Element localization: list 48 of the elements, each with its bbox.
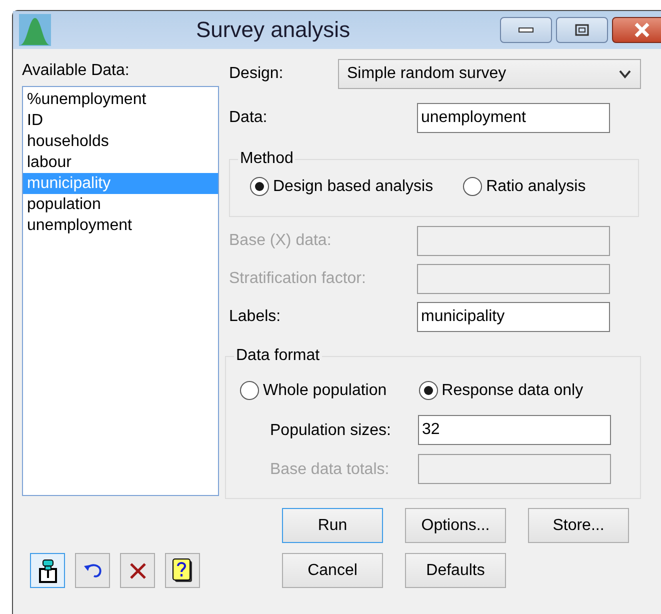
field-label: Stratification factor:: [229, 269, 367, 289]
radio-button[interactable]: [463, 177, 482, 196]
radio-button[interactable]: [240, 381, 259, 400]
input-field[interactable]: 32: [418, 415, 611, 446]
design-dropdown[interactable]: Simple random survey: [338, 59, 641, 89]
tool-button[interactable]: [75, 553, 110, 588]
minimize-icon: [518, 27, 534, 33]
list-item[interactable]: ID: [23, 110, 218, 132]
list-item[interactable]: unemployment: [23, 215, 218, 236]
close-icon: [128, 560, 148, 580]
radio-button[interactable]: [250, 177, 269, 196]
field-label: Population sizes:: [270, 420, 392, 440]
data-field[interactable]: unemployment: [417, 103, 610, 133]
window-title: Survey analysis: [196, 16, 350, 44]
list-item[interactable]: population: [23, 194, 218, 216]
field-label: Base data totals:: [270, 460, 390, 479]
radio-label: Ratio analysis: [486, 177, 586, 196]
dialog-button[interactable]: Defaults: [405, 553, 506, 588]
dialog-button[interactable]: Options...: [405, 508, 506, 543]
input-field[interactable]: municipality: [417, 302, 610, 332]
close-icon: [633, 22, 651, 38]
caret-icon: [618, 69, 632, 79]
maximize-icon: [574, 23, 590, 37]
dialog-button[interactable]: Cancel: [282, 553, 383, 588]
undo-icon: [82, 562, 104, 578]
radio-label: Response data only: [442, 381, 584, 400]
maximize-button[interactable]: [556, 17, 608, 43]
field-label: Labels:: [229, 307, 282, 327]
radio-button[interactable]: [418, 381, 438, 400]
close-button[interactable]: [612, 17, 661, 43]
tool-button[interactable]: [165, 553, 200, 588]
tool-button[interactable]: [30, 553, 65, 588]
field-label: Data:: [229, 108, 268, 128]
radio-label: Whole population: [263, 381, 387, 400]
tool-button[interactable]: [120, 553, 155, 588]
help-icon: [172, 558, 194, 584]
field-label: Design:: [229, 64, 284, 84]
pin-icon: [36, 558, 58, 584]
dialog-button[interactable]: Store...: [528, 508, 629, 543]
list-label: Available Data:: [22, 62, 130, 79]
dialog-button[interactable]: Run: [282, 508, 383, 543]
field-label: Base (X) data:: [229, 231, 332, 251]
minimize-button[interactable]: [500, 17, 552, 43]
list-item[interactable]: households: [23, 131, 218, 152]
radio-label: Design based analysis: [273, 177, 434, 196]
list-item[interactable]: labour: [23, 152, 218, 174]
list-item[interactable]: %unemployment: [23, 89, 218, 110]
app-icon: [19, 14, 51, 46]
